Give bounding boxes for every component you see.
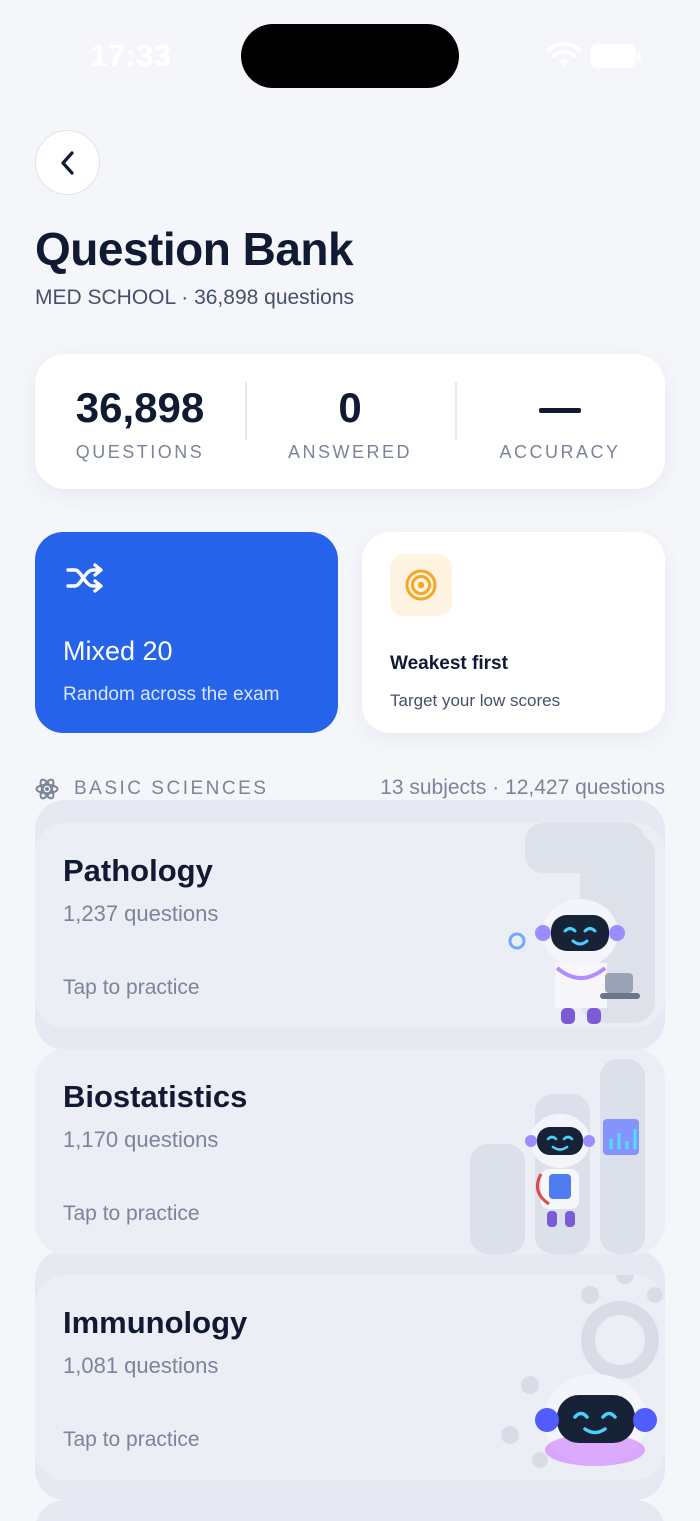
stat-label: QUESTIONS (75, 442, 205, 462)
mixed-20-button[interactable]: Mixed 20 Random across the exam (35, 532, 338, 733)
page-subtitle: MED SCHOOL · 36,898 questions (35, 286, 355, 309)
section-header: BASIC SCIENCES 13 subjects · 12,427 ques… (35, 775, 665, 803)
robot-head-illustration (501, 1275, 663, 1468)
status-time: 17:33 (90, 38, 172, 73)
subject-card-pathology[interactable]: Pathology 1,237 questions Tap to practic… (35, 823, 665, 1028)
stat-accuracy: ACCURACY (455, 354, 665, 489)
subject-name: Biostatistics (63, 1079, 248, 1114)
subject-cta: Tap to practice (63, 1202, 200, 1225)
stat-value: 36,898 (75, 384, 205, 431)
battery-icon (590, 44, 641, 68)
wifi-icon (547, 41, 581, 66)
atom-icon (35, 778, 59, 800)
target-icon (405, 569, 437, 601)
stat-label: ANSWERED (287, 442, 412, 462)
status-bar: 17:33 (0, 0, 700, 110)
dynamic-island (241, 24, 459, 88)
subject-card-immunology[interactable]: Immunology 1,081 questions Tap to practi… (35, 1275, 665, 1480)
stat-questions: 36,898 QUESTIONS (35, 354, 245, 489)
subject-count: 1,081 questions (63, 1353, 219, 1378)
section-title: BASIC SCIENCES (74, 778, 269, 799)
robot-chart-illustration (470, 1059, 645, 1254)
weakest-first-button[interactable]: Weakest first Target your low scores (362, 532, 665, 733)
weak-subtitle: Target your low scores (390, 691, 561, 710)
subject-name: Immunology (63, 1305, 248, 1340)
back-button[interactable] (35, 130, 100, 195)
stat-answered: 0 ANSWERED (245, 354, 455, 489)
shuffle-icon (66, 563, 103, 593)
subject-cta: Tap to practice (63, 1428, 200, 1451)
dash-placeholder (539, 408, 581, 414)
subject-count: 1,237 questions (63, 901, 219, 926)
mixed-title: Mixed 20 (63, 636, 173, 666)
robot-microscope-illustration (508, 823, 655, 1024)
stats-card: 36,898 QUESTIONS 0 ANSWERED ACCURACY (35, 354, 665, 489)
section-meta: 13 subjects · 12,427 questions (380, 776, 665, 799)
chevron-left-icon (60, 150, 74, 175)
weak-title: Weakest first (390, 653, 508, 674)
subject-count: 1,170 questions (63, 1127, 219, 1152)
card-stack-layer (35, 1500, 665, 1521)
stat-label: ACCURACY (499, 442, 621, 462)
stat-value-empty (455, 384, 665, 432)
page-title: Question Bank (35, 223, 354, 275)
subject-name: Pathology (63, 853, 213, 888)
subject-cta: Tap to practice (63, 976, 200, 999)
stat-value: 0 (338, 384, 362, 431)
mixed-subtitle: Random across the exam (63, 684, 280, 705)
target-icon-tile (390, 554, 452, 616)
subject-card-biostatistics[interactable]: Biostatistics 1,170 questions Tap to pra… (35, 1049, 665, 1254)
